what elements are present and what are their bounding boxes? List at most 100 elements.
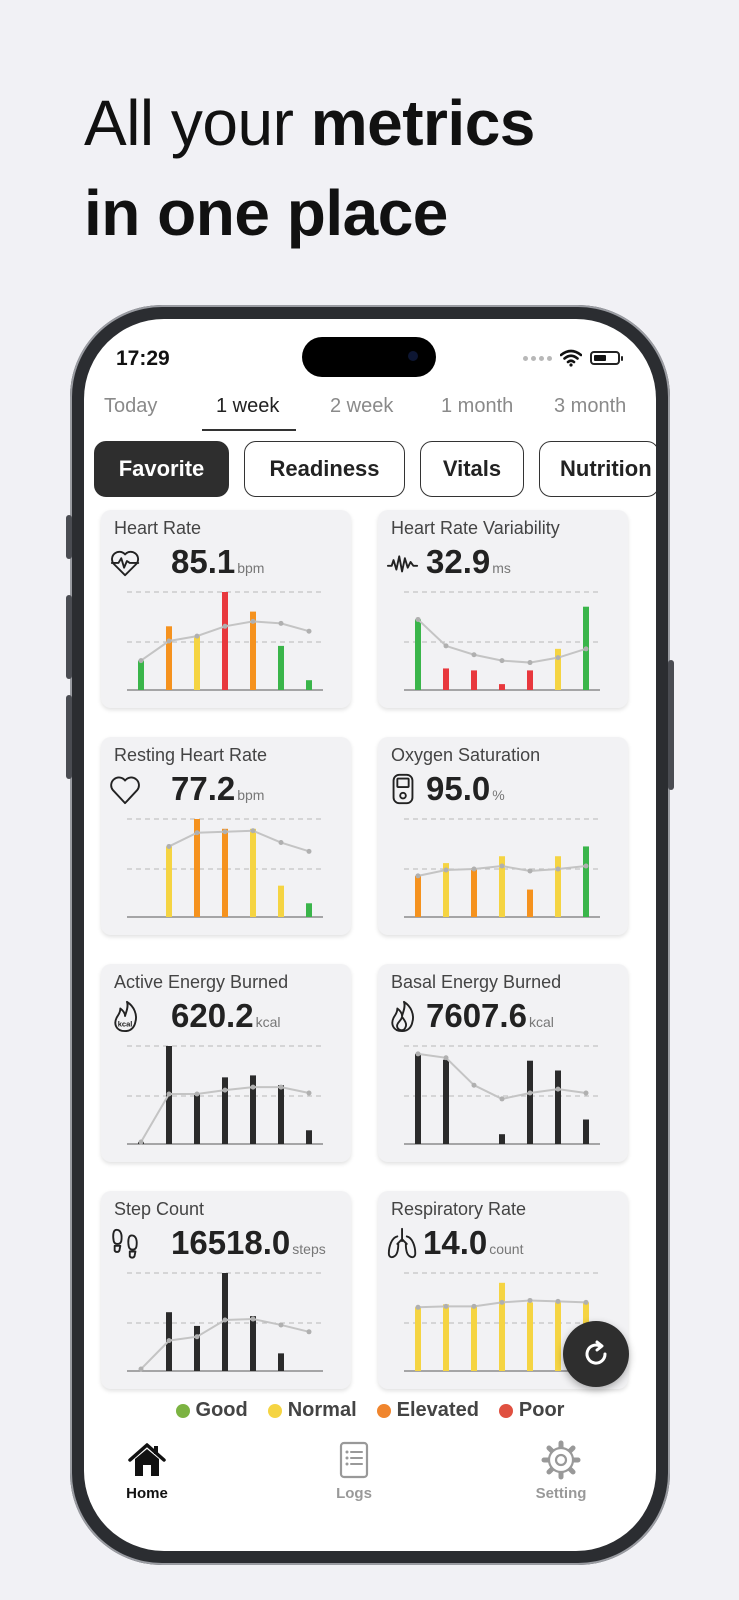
- chart-bar: [415, 875, 421, 917]
- tab-period-1-month[interactable]: 1 month: [441, 395, 513, 418]
- chart-bar: [471, 868, 477, 917]
- chart-bar: [166, 626, 172, 690]
- metric-card-heart-rate[interactable]: Heart Rate 85.1 bpm: [101, 510, 351, 708]
- average-point: [443, 643, 449, 649]
- chart-bar: [499, 1134, 505, 1144]
- phone-frame: 17:29 Today 1 week 2 week 1 month 3 month Fa…: [66, 305, 674, 1565]
- metric-title: Active Energy Burned: [114, 972, 289, 992]
- chart-bar: [527, 1060, 533, 1144]
- metric-card-basal-energy-burned[interactable]: Basal Energy Burned 7607.6 kcal: [378, 964, 628, 1162]
- average-point: [222, 829, 228, 835]
- metric-value: 95.0%: [426, 770, 505, 808]
- legend-item-good: Good: [175, 1399, 248, 1422]
- chart-bar: [138, 660, 144, 690]
- nav-home[interactable]: Home: [87, 1439, 207, 1502]
- legend-label: Normal: [287, 1399, 357, 1421]
- average-point: [194, 830, 200, 836]
- mini-bar-chart: [127, 1045, 323, 1145]
- metric-value: 32.9 ms: [426, 543, 511, 581]
- volume-down-button: [66, 695, 72, 779]
- metric-unit: steps: [292, 1241, 326, 1257]
- tab-period-2-week[interactable]: 2 week: [330, 395, 393, 418]
- legend-dot: [498, 1403, 513, 1418]
- average-point: [415, 1304, 421, 1310]
- chart-bar: [443, 1304, 449, 1371]
- nav-logs[interactable]: Logs: [294, 1439, 414, 1502]
- chart-bar: [306, 903, 312, 917]
- chart-bar: [194, 1325, 200, 1371]
- metric-title: Resting Heart Rate: [114, 745, 268, 765]
- metric-title: Step Count: [114, 1199, 205, 1219]
- headline-part2: metrics: [310, 87, 536, 159]
- metric-card-heart-rate-variability[interactable]: Heart Rate Variability 32.9 ms: [378, 510, 628, 708]
- status-icons: [523, 349, 623, 367]
- legend-item-poor: Poor: [498, 1399, 564, 1422]
- headline: All your metrics in one place: [84, 78, 724, 258]
- chart-bar: [415, 1053, 421, 1144]
- average-point: [222, 1317, 228, 1323]
- legend-dot: [175, 1403, 190, 1418]
- average-point: [278, 840, 284, 846]
- metric-value: 16518.0 steps: [171, 1224, 326, 1262]
- metric-card-resting-heart-rate[interactable]: Resting Heart Rate 77.2 bpm: [101, 737, 351, 935]
- metric-unit: count: [489, 1241, 524, 1257]
- average-point: [278, 1084, 284, 1090]
- average-point: [306, 1329, 312, 1335]
- average-point: [499, 1096, 505, 1102]
- metric-card-oxygen-saturation[interactable]: Oxygen Saturation 95.0%: [378, 737, 628, 935]
- average-point: [583, 646, 589, 652]
- metric-value-number: 7607.6: [426, 997, 527, 1034]
- average-point: [527, 1297, 533, 1303]
- metric-value-number: 77.2: [171, 770, 236, 807]
- period-tabs: Today 1 week 2 week 1 month 3 month: [84, 385, 656, 431]
- metric-card-active-energy-burned[interactable]: Active Energy Burned kcal 620.2 kcal: [101, 964, 351, 1162]
- nav-label: Logs: [336, 1485, 372, 1502]
- waveform-icon: [386, 555, 419, 573]
- chip-readiness[interactable]: Readiness: [244, 441, 405, 497]
- average-point: [527, 868, 533, 874]
- nav-setting[interactable]: Setting: [501, 1439, 621, 1502]
- mini-bar-chart: [127, 1272, 323, 1372]
- average-point: [499, 863, 505, 869]
- average-point: [222, 623, 228, 629]
- tab-period-1-week[interactable]: 1 week: [216, 395, 279, 418]
- metric-unit: kcal: [255, 1014, 281, 1030]
- average-point: [166, 638, 172, 644]
- status-time: 17:29: [116, 347, 170, 370]
- refresh-button[interactable]: [563, 1321, 629, 1387]
- metric-value-number: 14.0: [423, 1224, 488, 1261]
- average-point: [415, 616, 421, 622]
- chip-vitals[interactable]: Vitals: [420, 441, 524, 497]
- chart-bar: [527, 670, 533, 690]
- average-point: [471, 1303, 477, 1309]
- chip-favorite[interactable]: Favorite: [94, 441, 229, 497]
- average-point: [443, 867, 449, 873]
- refresh-icon: [585, 1340, 607, 1365]
- category-chips: Favorite Readiness Vitals Nutrition: [94, 441, 656, 499]
- chip-nutrition[interactable]: Nutrition: [539, 441, 656, 497]
- battery-icon: [590, 351, 623, 365]
- average-point: [471, 1082, 477, 1088]
- chart-bar: [194, 1093, 200, 1144]
- average-point: [443, 1055, 449, 1061]
- pulse-oximeter-icon: [392, 773, 414, 805]
- metric-card-step-count[interactable]: Step Count 16518.0 steps: [101, 1191, 351, 1389]
- mini-bar-chart: [404, 818, 600, 918]
- action-button: [66, 515, 72, 559]
- bottom-nav: Home Logs Setting: [84, 1433, 656, 1533]
- metric-value-number: 620.2: [171, 997, 254, 1034]
- average-point: [555, 655, 561, 661]
- average-point: [278, 620, 284, 626]
- average-point: [166, 843, 172, 849]
- legend-dot: [376, 1403, 391, 1418]
- average-point: [583, 863, 589, 869]
- average-point: [499, 1299, 505, 1305]
- average-point: [583, 1090, 589, 1096]
- tab-period-today[interactable]: Today: [104, 395, 157, 418]
- tab-period-3-month[interactable]: 3 month: [554, 395, 626, 418]
- average-point: [306, 1090, 312, 1096]
- average-point: [250, 618, 256, 624]
- legend-item-elevated: Elevated: [376, 1399, 479, 1422]
- metric-title: Respiratory Rate: [391, 1199, 527, 1219]
- metric-title: Heart Rate Variability: [391, 518, 560, 538]
